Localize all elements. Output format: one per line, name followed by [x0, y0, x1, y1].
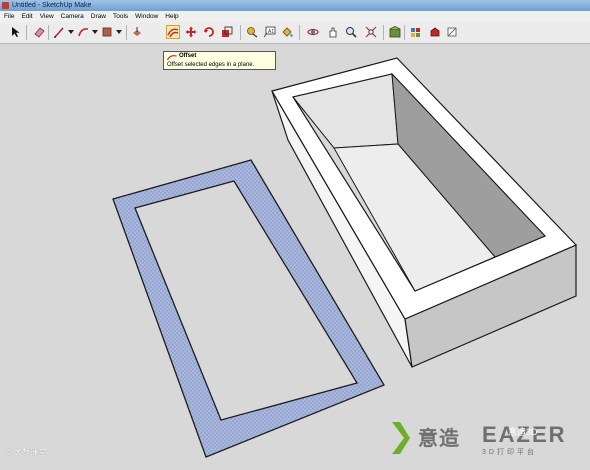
- svg-text:A1: A1: [268, 29, 274, 35]
- menu-help[interactable]: Help: [165, 11, 178, 22]
- scene-canvas[interactable]: [0, 44, 590, 465]
- layout-icon[interactable]: [445, 25, 459, 39]
- tooltip-title: Offset: [179, 53, 197, 59]
- menu-window[interactable]: Window: [135, 11, 158, 22]
- tooltip-description: Offset selected edges in a plane.: [167, 62, 255, 68]
- menu-camera[interactable]: Camera: [61, 11, 84, 22]
- zoom-extents-icon[interactable]: [364, 25, 378, 39]
- text-icon[interactable]: A1: [262, 25, 276, 39]
- toolbar-separator: [126, 25, 127, 40]
- watermark-badge: 意造3D: [508, 427, 538, 437]
- select-icon[interactable]: [9, 25, 23, 39]
- menu-edit[interactable]: Edit: [21, 11, 32, 22]
- arc-dropdown-chevron-icon[interactable]: [92, 30, 98, 34]
- orbit-icon[interactable]: [306, 25, 320, 39]
- line-dropdown-chevron-icon[interactable]: [68, 30, 74, 34]
- toolbar-separator: [26, 25, 27, 40]
- window-title: Untitled - SketchUp Make: [12, 2, 92, 9]
- offset-icon[interactable]: [166, 25, 180, 39]
- 3d-warehouse-icon[interactable]: [388, 25, 402, 39]
- watermark-right: 意造 EAZER 3D打印平台 意造3D: [380, 410, 590, 460]
- main-toolbar: A1: [0, 22, 590, 44]
- offset-tooltip: Offset Offset selected edges in a plane.: [163, 51, 276, 70]
- toolbar-separator: [383, 25, 384, 40]
- watermark-left: © 大数课堂: [6, 448, 47, 457]
- eazer-logo-icon: [392, 422, 410, 454]
- toolbar-separator: [404, 25, 405, 40]
- components-icon[interactable]: [409, 25, 423, 39]
- move-icon[interactable]: [184, 25, 198, 39]
- rectangle-dropdown-chevron-icon[interactable]: [116, 30, 122, 34]
- paint-bucket-icon[interactable]: [280, 25, 294, 39]
- menu-bar: File Edit View Camera Draw Tools Window …: [0, 11, 590, 22]
- eraser-icon[interactable]: [32, 25, 46, 39]
- toolbar-separator: [48, 25, 49, 40]
- menu-file[interactable]: File: [4, 11, 14, 22]
- push-pull-icon[interactable]: [130, 25, 144, 39]
- watermark-zh: 意造: [418, 428, 460, 450]
- zoom-icon[interactable]: [344, 25, 358, 39]
- tape-measure-icon[interactable]: [245, 25, 259, 39]
- rotate-icon[interactable]: [202, 25, 216, 39]
- toolbar-separator: [240, 25, 241, 40]
- menu-view[interactable]: View: [40, 11, 54, 22]
- scale-icon[interactable]: [220, 25, 234, 39]
- offset-icon: [166, 54, 177, 61]
- arc-icon[interactable]: [76, 25, 90, 39]
- drawing-viewport[interactable]: [0, 44, 590, 465]
- pan-icon[interactable]: [326, 25, 340, 39]
- watermark-sub: 3D打印平台: [482, 449, 537, 456]
- menu-tools[interactable]: Tools: [113, 11, 128, 22]
- toolbar-separator: [299, 25, 300, 40]
- extension-icon[interactable]: [428, 25, 442, 39]
- menu-draw[interactable]: Draw: [91, 11, 106, 22]
- sketchup-app-icon: [2, 2, 9, 9]
- line-icon[interactable]: [52, 25, 66, 39]
- rectangle-icon[interactable]: [100, 25, 114, 39]
- title-bar: Untitled - SketchUp Make: [0, 0, 590, 11]
